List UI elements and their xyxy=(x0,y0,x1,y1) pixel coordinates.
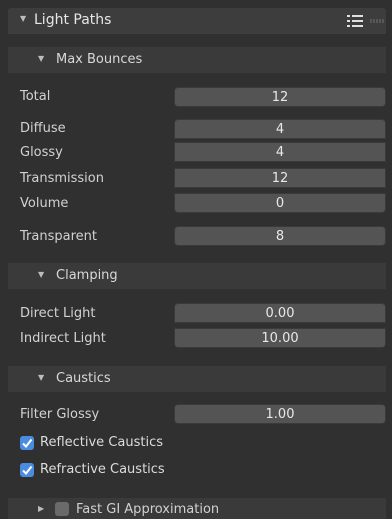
total-label: Total xyxy=(20,89,51,104)
drag-handle-icon[interactable] xyxy=(370,19,384,23)
checkmark-icon xyxy=(22,465,33,476)
direct-light-field[interactable]: 0.00 xyxy=(174,303,386,323)
transparent-label: Transparent xyxy=(20,229,97,244)
direct-light-label: Direct Light xyxy=(20,306,96,321)
diffuse-field[interactable]: 4 xyxy=(174,119,386,139)
preset-list-icon[interactable] xyxy=(347,14,363,28)
max-bounces-title: Max Bounces xyxy=(56,52,143,67)
caustics-title: Caustics xyxy=(56,371,111,386)
total-field[interactable]: 12 xyxy=(174,87,386,107)
clamping-header[interactable]: ▼ Clamping xyxy=(8,263,386,289)
max-bounces-header[interactable]: ▼ Max Bounces xyxy=(8,47,386,73)
filter-glossy-label: Filter Glossy xyxy=(20,407,100,422)
refractive-caustics-label[interactable]: Refractive Caustics xyxy=(40,462,165,477)
reflective-caustics-label[interactable]: Reflective Caustics xyxy=(40,435,163,450)
collapse-triangle-icon[interactable]: ▼ xyxy=(38,270,44,279)
fast-gi-title: Fast GI Approximation xyxy=(76,502,220,517)
indirect-light-label: Indirect Light xyxy=(20,331,106,346)
transparent-field[interactable]: 8 xyxy=(174,226,386,246)
panel-title: Light Paths xyxy=(34,12,112,28)
fast-gi-header[interactable]: ▶ Fast GI Approximation xyxy=(8,498,386,519)
transmission-label: Transmission xyxy=(20,171,104,186)
checkmark-icon xyxy=(22,438,33,449)
collapse-triangle-icon[interactable]: ▼ xyxy=(20,14,26,23)
clamping-title: Clamping xyxy=(56,268,118,283)
light-paths-panel-header[interactable]: ▼ Light Paths xyxy=(8,8,386,34)
collapse-triangle-icon[interactable]: ▼ xyxy=(38,54,44,63)
diffuse-label: Diffuse xyxy=(20,121,66,136)
filter-glossy-field[interactable]: 1.00 xyxy=(174,404,386,424)
reflective-caustics-checkbox[interactable] xyxy=(20,436,34,450)
glossy-field[interactable]: 4 xyxy=(174,142,386,162)
volume-label: Volume xyxy=(20,196,69,211)
transmission-field[interactable]: 12 xyxy=(174,168,386,188)
collapse-triangle-icon[interactable]: ▼ xyxy=(38,373,44,382)
expand-triangle-icon[interactable]: ▶ xyxy=(38,504,44,513)
indirect-light-field[interactable]: 10.00 xyxy=(174,328,386,348)
fast-gi-checkbox[interactable] xyxy=(55,502,69,516)
caustics-header[interactable]: ▼ Caustics xyxy=(8,366,386,392)
refractive-caustics-checkbox[interactable] xyxy=(20,463,34,477)
volume-field[interactable]: 0 xyxy=(174,193,386,213)
glossy-label: Glossy xyxy=(20,145,63,160)
